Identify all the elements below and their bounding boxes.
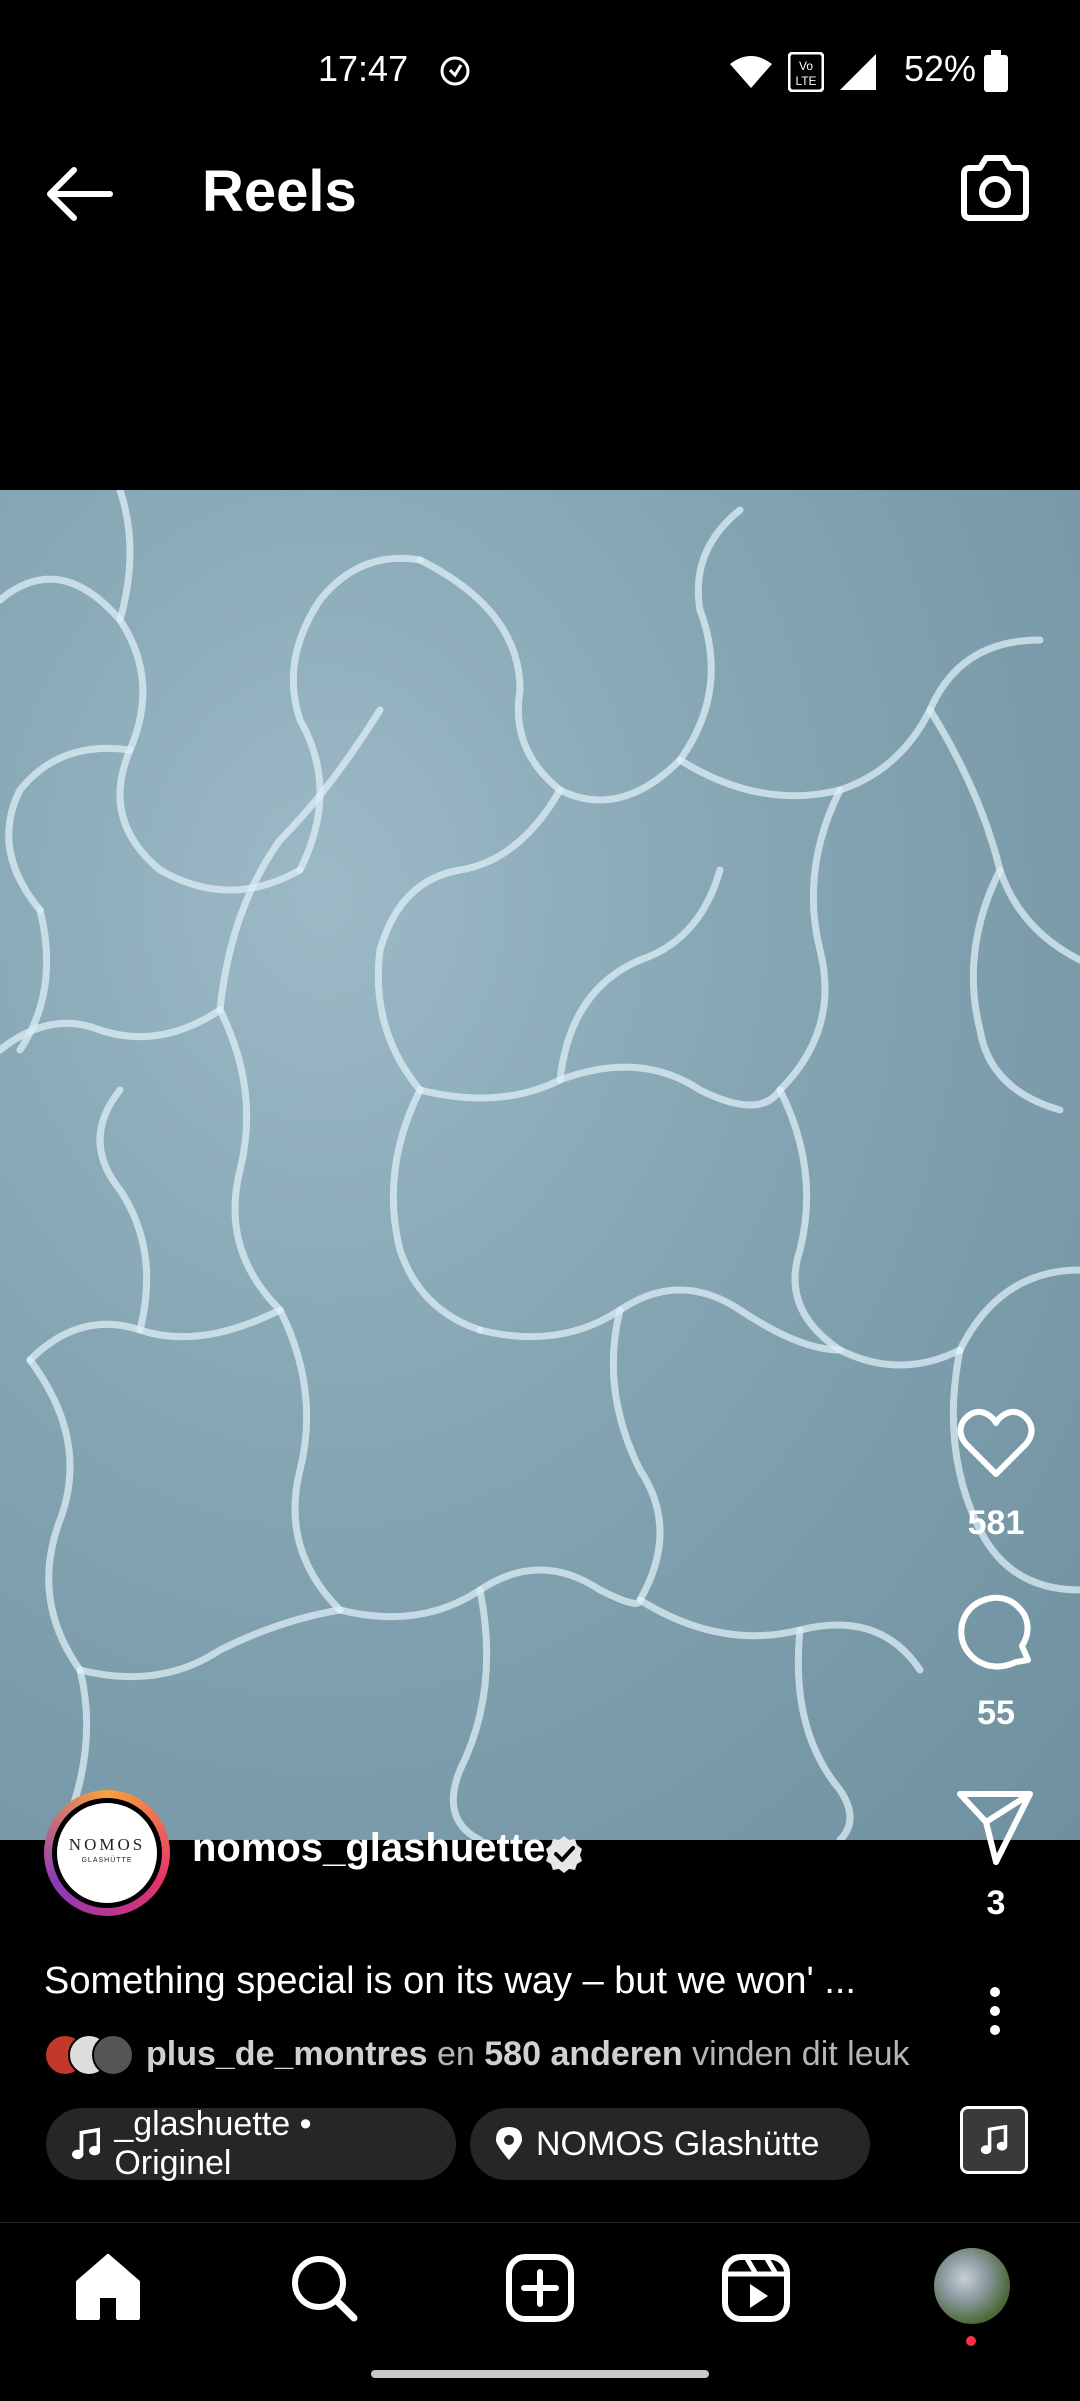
wifi-icon [730, 56, 772, 88]
author-username[interactable]: nomos_glashuette [192, 1826, 545, 1871]
home-icon[interactable] [72, 2252, 144, 2324]
liked-by-suffix: vinden dit leuk [692, 2035, 910, 2073]
liked-by-text[interactable]: plus_de_montres en 580 anderen vinden di… [146, 2035, 910, 2074]
notification-dot [966, 2336, 976, 2346]
audio-thumbnail-button[interactable] [960, 2106, 1028, 2174]
like-heart-icon[interactable] [956, 1408, 1036, 1480]
liked-by-others[interactable]: 580 anderen [484, 2035, 682, 2073]
share-send-icon[interactable] [956, 1790, 1036, 1866]
liked-by-connector: en [436, 2035, 475, 2073]
liker-avatar [92, 2034, 134, 2076]
location-label: NOMOS Glashütte [536, 2124, 820, 2163]
avatar-logo-text: NOMOS [68, 1835, 146, 1854]
water-caustics-image [0, 490, 1080, 1840]
like-count[interactable]: 581 [936, 1504, 1056, 1543]
home-indicator[interactable] [371, 2370, 709, 2378]
liked-by-user[interactable]: plus_de_montres [146, 2035, 428, 2073]
verified-badge-icon [546, 1836, 582, 1873]
more-options-icon[interactable] [984, 1986, 1006, 2036]
reels-icon[interactable] [720, 2252, 792, 2324]
liked-by-avatars[interactable] [44, 2034, 134, 2076]
page-title: Reels [202, 159, 357, 224]
audio-thumbnail-icon [980, 2125, 1008, 2155]
reel-caption[interactable]: Something special is on its way – but we… [44, 1960, 856, 2003]
battery-percent: 52% [904, 48, 977, 89]
comment-count[interactable]: 55 [936, 1694, 1056, 1733]
search-icon[interactable] [288, 2252, 360, 2324]
location-pin-icon [496, 2127, 522, 2160]
svg-text:LTE: LTE [795, 74, 816, 88]
audio-label: _glashuette • Originel [114, 2105, 312, 2182]
audio-pill[interactable]: _glashuette • Originel [46, 2105, 456, 2182]
comment-icon[interactable] [956, 1594, 1036, 1674]
nomos-logo: NOMOS GLASHÜTTE [57, 1803, 157, 1903]
music-note-icon [72, 2127, 101, 2160]
share-count[interactable]: 3 [936, 1884, 1056, 1923]
volte-icon: Vo LTE [788, 52, 824, 92]
alarm-icon [440, 56, 470, 86]
avatar-logo-subtext: GLASHÜTTE [81, 1857, 133, 1864]
back-arrow-icon[interactable] [44, 166, 114, 222]
camera-icon[interactable] [958, 152, 1032, 226]
signal-icon [840, 54, 876, 90]
profile-avatar[interactable] [934, 2248, 1010, 2324]
svg-text:Vo: Vo [799, 59, 813, 73]
battery-icon [984, 50, 1008, 92]
author-avatar[interactable]: NOMOS GLASHÜTTE [44, 1790, 170, 1916]
create-post-icon[interactable] [504, 2252, 576, 2324]
location-pill[interactable]: NOMOS Glashütte [470, 2108, 870, 2180]
status-time: 17:47 [318, 48, 409, 89]
reel-video[interactable] [0, 490, 1080, 1840]
